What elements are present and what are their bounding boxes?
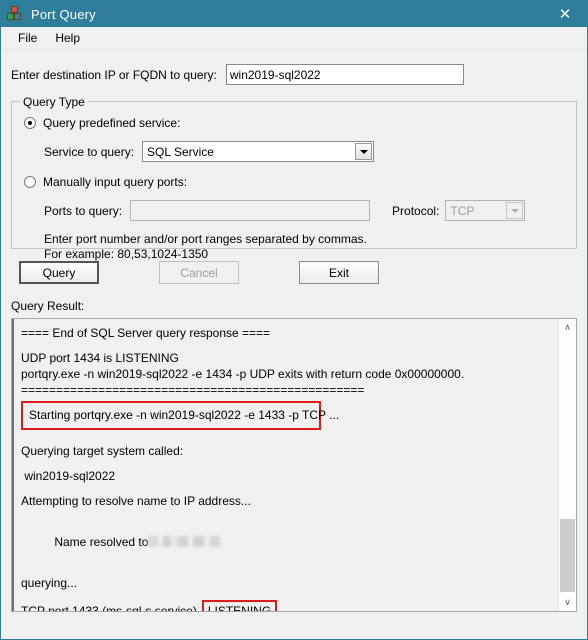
- result-line-name-resolved: Name resolved to: [21, 518, 553, 566]
- result-blank-line: [21, 484, 553, 493]
- close-icon[interactable]: ✕: [543, 1, 587, 27]
- main-content: Enter destination IP or FQDN to query: Q…: [1, 64, 587, 612]
- ports-hint-line-1: Enter port number and/or port ranges sep…: [44, 232, 367, 246]
- result-output-box[interactable]: ==== End of SQL Server query response ==…: [11, 318, 577, 612]
- chevron-down-icon[interactable]: [355, 143, 373, 160]
- result-scrollbar[interactable]: ∧ ∨: [558, 319, 576, 611]
- result-line: UDP port 1434 is LISTENING: [21, 351, 179, 365]
- result-blank-line: [21, 566, 553, 575]
- menu-item-file[interactable]: File: [9, 29, 46, 47]
- service-dropdown[interactable]: SQL Service: [142, 141, 375, 162]
- button-row: Query Cancel Exit: [11, 261, 577, 284]
- scrollbar-thumb[interactable]: [560, 519, 575, 592]
- scroll-up-icon[interactable]: ∧: [559, 319, 576, 336]
- ports-row: Ports to query: Protocol: TCP: [24, 200, 564, 221]
- radio-predefined-icon[interactable]: [24, 117, 36, 129]
- name-resolved-prefix: Name resolved to: [54, 535, 149, 549]
- result-line: win2019-sql2022: [21, 469, 116, 483]
- ports-hint: Enter port number and/or port ranges sep…: [24, 232, 564, 262]
- result-blank-line: [21, 434, 553, 443]
- result-line: Starting portqry.exe -n win2019-sql2022 …: [29, 408, 340, 422]
- query-button[interactable]: Query: [19, 261, 99, 284]
- radio-predefined-service[interactable]: Query predefined service:: [24, 116, 564, 130]
- radio-manual-label: Manually input query ports:: [43, 175, 188, 189]
- cancel-button: Cancel: [159, 261, 239, 284]
- result-blank-line: [21, 509, 553, 518]
- result-line: querying...: [21, 576, 78, 590]
- result-line: Querying target system called:: [21, 444, 184, 458]
- destination-label: Enter destination IP or FQDN to query:: [11, 67, 217, 82]
- menu-item-help[interactable]: Help: [46, 29, 89, 47]
- query-type-group: Query Type Query predefined service: Ser…: [11, 95, 577, 261]
- result-line: Attempting to resolve name to IP address…: [21, 494, 251, 508]
- result-line: portqry.exe -n win2019-sql2022 -e 1434 -…: [21, 367, 465, 381]
- protocol-value: TCP: [450, 203, 475, 218]
- destination-row: Enter destination IP or FQDN to query:: [11, 64, 577, 85]
- highlight-box-starting-command: Starting portqry.exe -n win2019-sql2022 …: [21, 401, 339, 430]
- scroll-down-icon[interactable]: ∨: [559, 594, 576, 611]
- service-row: Service to query: SQL Service: [24, 141, 564, 162]
- result-blank-line: [21, 459, 553, 468]
- window-title: Port Query: [31, 6, 96, 22]
- redacted-ip-address: [148, 536, 221, 547]
- highlight-box-listening: LISTENING: [201, 600, 278, 611]
- service-label: Service to query:: [44, 144, 135, 159]
- radio-manual-icon[interactable]: [24, 176, 36, 188]
- ports-hint-line-2: For example: 80,53,1024-1350: [44, 247, 209, 261]
- title-bar: Port Query ✕: [1, 1, 587, 27]
- result-blank-line: [21, 341, 553, 350]
- chevron-down-icon: [506, 202, 524, 219]
- radio-predefined-label: Query predefined service:: [43, 116, 181, 130]
- radio-manual-ports[interactable]: Manually input query ports:: [24, 175, 564, 189]
- ports-input[interactable]: [130, 200, 371, 221]
- result-text[interactable]: ==== End of SQL Server query response ==…: [12, 319, 559, 611]
- blocks-icon: [7, 6, 23, 22]
- query-type-legend: Query Type: [20, 95, 88, 109]
- tcp-status-prefix: TCP port 1433 (ms-sql-s service): [21, 604, 197, 611]
- protocol-wrap: Protocol: TCP: [392, 200, 526, 221]
- protocol-dropdown: TCP: [445, 200, 526, 221]
- result-line: ========================================…: [21, 383, 365, 397]
- exit-button[interactable]: Exit: [299, 261, 379, 284]
- result-line: ==== End of SQL Server query response ==…: [21, 326, 271, 340]
- result-blank-line: [21, 591, 553, 600]
- menu-bar: File Help: [1, 27, 587, 50]
- protocol-label: Protocol:: [392, 203, 440, 218]
- ports-label: Ports to query:: [44, 203, 123, 218]
- service-value: SQL Service: [147, 144, 214, 159]
- destination-input[interactable]: [225, 64, 464, 85]
- result-label: Query Result:: [11, 299, 85, 313]
- result-line-tcp-status: TCP port 1433 (ms-sql-s service) LISTENI…: [21, 600, 553, 611]
- port-query-window: Port Query ✕ File Help Enter destination…: [0, 0, 588, 640]
